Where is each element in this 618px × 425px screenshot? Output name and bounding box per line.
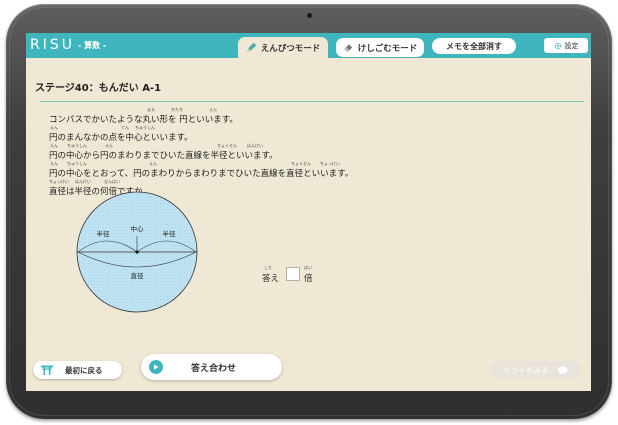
answer-suffix-ruby: ばい — [304, 265, 312, 270]
problem-line: 円の中心から円のまわりまでひいた直線を半径といいます。 えん ちゅうしん えん ちょくせ… — [49, 143, 353, 161]
show-hint-button[interactable]: ヒントをみる — [489, 361, 582, 379]
app-screen: RISU - 算数 - えんぴつモード けしごむモード メモを全部消す 設定 ス… — [26, 33, 591, 391]
problem-line: 円のまんなかの点を中心といいます。 えん てん ちゅうしん — [49, 125, 353, 143]
back-to-start-button[interactable]: 最初に戻る — [33, 361, 122, 379]
camera-dot — [307, 13, 312, 18]
show-hint-label: ヒントをみる — [503, 365, 549, 375]
diameter-label: 直径 — [131, 271, 145, 280]
risu-logo: RISU — [30, 37, 75, 53]
back-to-start-label: 最初に戻る — [65, 365, 103, 375]
furigana: ちょっけい — [320, 161, 340, 166]
center-label: 中心 — [131, 224, 145, 233]
answer-suffix: 倍 — [304, 274, 313, 284]
problem-line-text: 円のまんなかの点を中心といいます。 — [49, 133, 193, 143]
clear-memo-button[interactable]: メモを全部消す — [432, 38, 516, 54]
furigana: なんばい — [104, 179, 120, 184]
header-bar: RISU - 算数 - えんぴつモード けしごむモード メモを全部消す 設定 — [26, 33, 591, 58]
furigana: ちょっけい — [49, 179, 69, 184]
problem-line: コンパスでかいたような丸い形を 円といいます。 まる かたち えん — [49, 107, 353, 125]
pencil-mode-label: えんぴつモード — [260, 43, 321, 54]
furigana: はんけい — [75, 179, 91, 184]
answer-input[interactable] — [286, 267, 300, 281]
problem-line-text: コンパスでかいたような丸い形を 円といいます。 — [49, 115, 238, 125]
center-point — [135, 250, 139, 254]
problem-line-text: 円の中心をとおって、円のまわりからまわりまでひいた直線を直径といいます。 — [49, 169, 354, 179]
furigana: えん — [50, 161, 58, 166]
furigana: ちょくせん — [291, 161, 311, 166]
furigana: ちゅうしん — [135, 125, 155, 130]
problem-line: 円の中心をとおって、円のまわりからまわりまでひいた直線を直径といいます。 えん ちゅ… — [49, 161, 353, 179]
title-divider — [40, 101, 584, 102]
radius-right-label: 半径 — [163, 229, 177, 238]
furigana: えん — [105, 143, 113, 148]
settings-button[interactable]: 設定 — [544, 38, 588, 53]
gear-icon — [554, 42, 561, 49]
check-answer-button[interactable]: 答え合わせ — [141, 354, 282, 380]
eraser-mode-tab[interactable]: けしごむモード — [336, 38, 424, 57]
furigana: ちょくせん — [217, 143, 237, 148]
eraser-mode-label: けしごむモード — [357, 43, 418, 54]
play-icon — [149, 360, 163, 374]
furigana: ちゅうしん — [67, 161, 87, 166]
check-answer-label: 答え合わせ — [191, 363, 237, 374]
subject-label: - 算数 - — [78, 41, 107, 50]
furigana: えん — [209, 107, 217, 112]
problem-line-text: 円の中心から円のまわりまでひいた直線を半径といいます。 — [49, 151, 278, 161]
furigana: えん — [50, 125, 58, 130]
pencil-icon — [247, 42, 256, 52]
furigana: てん — [121, 125, 129, 130]
page-title: ステージ40：もんだい A-1 — [35, 83, 162, 94]
circle-diagram: 半径 中心 半径 直径 — [76, 191, 198, 313]
furigana: えん — [149, 161, 157, 166]
answer-prefix: 答え — [262, 274, 280, 284]
furigana: えん — [50, 143, 58, 148]
furigana: かたち — [171, 107, 183, 112]
furigana: ちゅうしん — [67, 143, 87, 148]
speech-bubble-icon — [557, 365, 567, 375]
settings-label: 設定 — [564, 41, 579, 50]
pencil-mode-tab[interactable]: えんぴつモード — [238, 37, 328, 58]
furigana: はんけい — [247, 143, 263, 148]
problem-text: コンパスでかいたような丸い形を 円といいます。 まる かたち えん 円のまんなかの点を中… — [49, 107, 353, 197]
torii-icon — [41, 365, 53, 375]
eraser-icon — [344, 44, 352, 53]
answer-prefix-ruby: こた — [264, 265, 272, 270]
furigana: まる — [147, 107, 155, 112]
radius-left-label: 半径 — [97, 229, 111, 238]
